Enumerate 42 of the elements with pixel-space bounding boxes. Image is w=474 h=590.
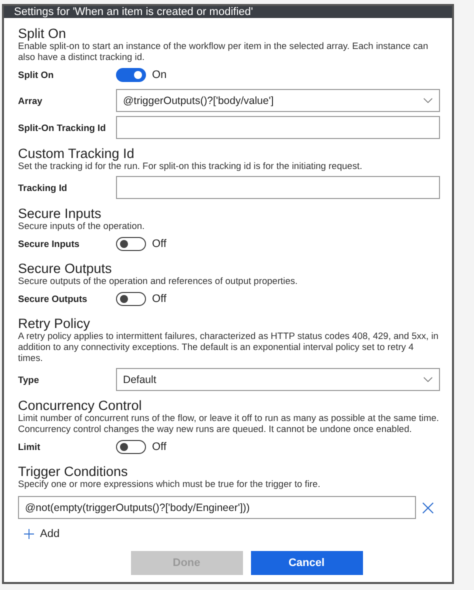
field-label: Secure Inputs [18,239,80,249]
section-title: Secure Outputs [18,261,113,276]
window-title: Settings for 'When an item is created or modified' [14,6,253,18]
field-label: Split On [18,70,55,80]
toggle-state: Off [152,238,166,250]
section-description: Set the tracking id for the run. For split-on this tracking id is for the initiating request. [18,161,364,172]
section-description: Specify one or more expressions which must be true for the trigger to fire. [18,479,322,490]
field-label: Limit [18,442,42,452]
dialog-button[interactable]: Cancel [250,551,362,575]
add-button[interactable]: Add [24,528,60,540]
toggle-state: Off [152,441,166,453]
toggle-switch[interactable] [116,68,146,82]
input-field[interactable] [116,176,440,199]
section-title: Custom Tracking Id [18,146,136,161]
field-label: Type [18,374,40,384]
field-label: Array [18,96,44,106]
dropdown-field[interactable]: @triggerOutputs()?['body/value'] [116,89,440,112]
toggle-state: Off [152,293,166,305]
toggle-switch[interactable] [116,237,146,251]
section-description: Secure inputs of the operation. [18,221,146,232]
section-title: Secure Inputs [18,206,102,221]
section-title: Trigger Conditions [18,464,129,479]
field-label: Tracking Id [18,182,68,192]
plus-icon [24,529,34,539]
field-label: Secure Outputs [18,294,88,304]
section-title: Split On [18,26,68,41]
condition-field[interactable]: @not(empty(triggerOutputs()?['body/Engineer'])) [18,496,416,519]
close-icon[interactable] [422,502,434,514]
section-description: Enable split-on to start an instance of the workflow per item in the selected array. Each instance can also have a distinct tracking id. [18,41,430,63]
input-field[interactable] [116,116,440,139]
section-description: Limit number of concurrent runs of the flow, or leave it off to run as many as possible at the same time. Concurrency control changes the way new runs are queued. It cannot be undone once enabled. [18,413,440,435]
section-description: A retry policy applies to intermittent failures, characterized as HTTP status codes 408, 429, and 5xx, in addition to any connectivity exceptions. The default is an exponential interval policy set to retry 4 times. [18,331,440,364]
dropdown-field[interactable]: Default [116,368,440,391]
toggle-switch[interactable] [116,440,146,454]
section-title: Retry Policy [18,316,92,331]
toggle-state: On [152,69,167,81]
field-label: Split-On Tracking Id [18,122,107,132]
toggle-switch[interactable] [116,292,146,306]
section-title: Concurrency Control [18,398,143,413]
chevron-down-icon [423,97,433,104]
section-description: Secure outputs of the operation and references of output properties. [18,276,299,287]
chevron-down-icon [423,376,433,383]
